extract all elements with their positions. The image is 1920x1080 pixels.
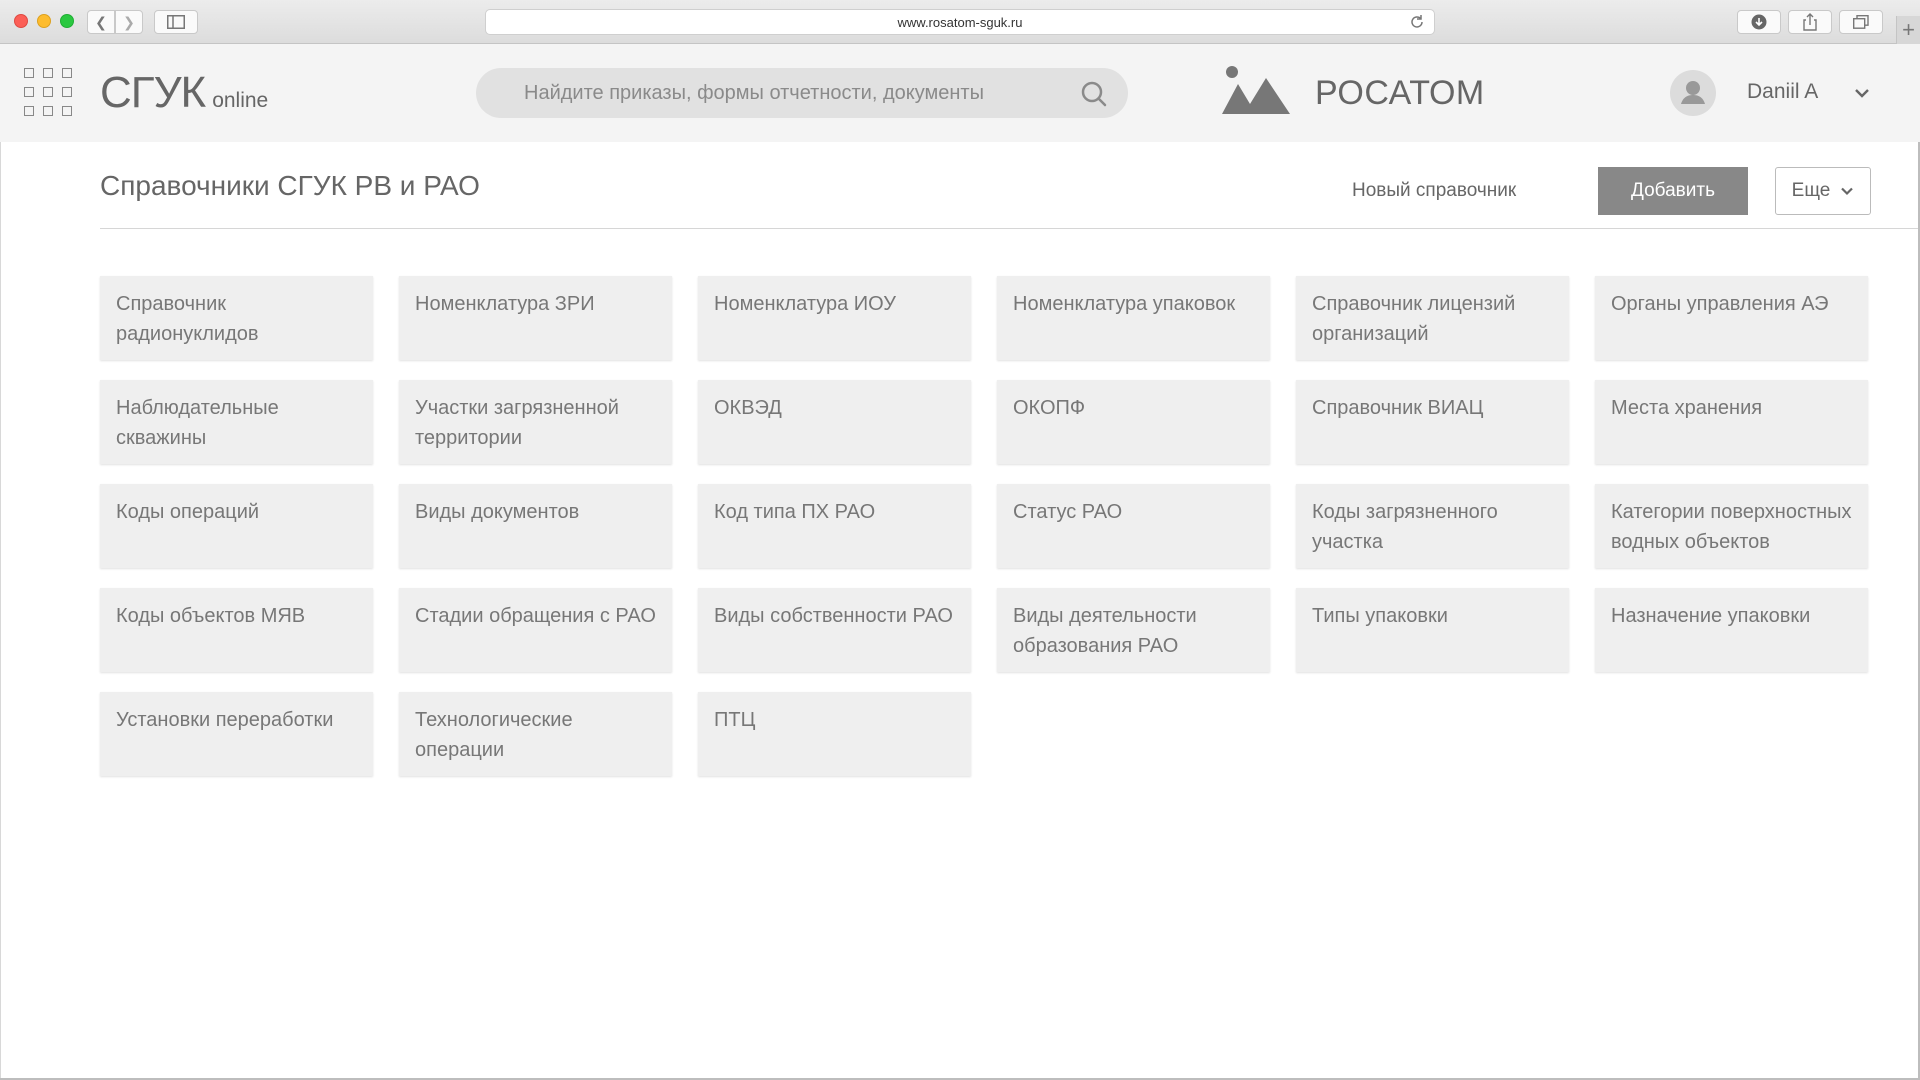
directory-card[interactable]: Стадии обращения с РАО (399, 588, 672, 672)
browser-toolbar: ❮ ❯ www.rosatom-sguk.ru + (0, 0, 1920, 44)
directory-card[interactable]: Номенклатура ЗРИ (399, 276, 672, 360)
directory-card[interactable]: ОКОПФ (997, 380, 1270, 464)
directory-card[interactable]: Типы упаковки (1296, 588, 1569, 672)
directory-card[interactable]: Категории поверхностных водных объектов (1595, 484, 1868, 568)
forward-button[interactable]: ❯ (115, 10, 143, 34)
search-icon[interactable] (1080, 80, 1108, 108)
window-border-left (0, 142, 1, 1080)
avatar[interactable] (1670, 70, 1716, 116)
url-text: www.rosatom-sguk.ru (897, 14, 1023, 30)
directory-card[interactable]: Статус РАО (997, 484, 1270, 568)
back-button[interactable]: ❮ (87, 10, 115, 34)
search-input[interactable] (524, 68, 1064, 118)
directory-card[interactable]: ПТЦ (698, 692, 971, 776)
chevron-down-icon[interactable] (1853, 84, 1871, 102)
user-name[interactable]: Daniil A (1747, 80, 1818, 104)
directory-card[interactable]: Коды загрязненного участка (1296, 484, 1569, 568)
app-logo[interactable]: СГУК online (100, 68, 268, 118)
directory-card[interactable]: Коды операций (100, 484, 373, 568)
directory-card[interactable]: Назначение упаковки (1595, 588, 1868, 672)
more-label: Еще (1791, 180, 1831, 201)
search-bar (476, 68, 1128, 118)
share-icon (1803, 13, 1817, 31)
directory-card[interactable]: ОКВЭД (698, 380, 971, 464)
directory-card[interactable]: Коды объектов МЯВ (100, 588, 373, 672)
directory-grid: Справочник радионуклидов Номенклатура ЗР… (100, 276, 1870, 776)
sidebar-toggle-button[interactable] (154, 10, 198, 34)
chevron-down-icon (1841, 187, 1854, 196)
directory-card[interactable]: Справочник лицензий организаций (1296, 276, 1569, 360)
logo-sub-text: online (212, 89, 269, 112)
share-button[interactable] (1788, 10, 1832, 34)
directory-card[interactable]: Виды собственности РАО (698, 588, 971, 672)
page-title: Справочники СГУК РВ и РАО (100, 170, 480, 201)
brand-name: РОСАТОМ (1315, 74, 1485, 112)
app-header: СГУК online РОСАТОМ Daniil A (0, 44, 1920, 142)
minimize-window-button[interactable] (37, 14, 51, 28)
directory-card[interactable]: Технологические операции (399, 692, 672, 776)
close-window-button[interactable] (14, 14, 28, 28)
user-icon (1681, 81, 1705, 104)
download-icon (1751, 14, 1767, 30)
directory-card[interactable]: Виды деятельности образования РАО (997, 588, 1270, 672)
directory-card[interactable]: Справочник ВИАЦ (1296, 380, 1569, 464)
apps-grid-icon[interactable] (24, 68, 72, 116)
reload-icon[interactable] (1408, 13, 1426, 31)
directory-card[interactable]: Участки загрязненной территории (399, 380, 672, 464)
zoom-window-button[interactable] (60, 14, 74, 28)
more-dropdown-button[interactable]: Еще (1775, 167, 1871, 215)
directory-card[interactable]: Органы управления АЭ (1595, 276, 1868, 360)
tab-overview-button[interactable] (1839, 10, 1883, 34)
header-divider (100, 228, 1920, 229)
new-directory-link[interactable]: Новый справочник (1352, 180, 1516, 202)
downloads-button[interactable] (1737, 10, 1781, 34)
chevron-right-icon: ❯ (123, 13, 135, 30)
add-button[interactable]: Добавить (1598, 167, 1748, 215)
directory-card[interactable]: Справочник радионуклидов (100, 276, 373, 360)
logo-main-text: СГУК (100, 68, 206, 117)
new-tab-button[interactable]: + (1896, 16, 1920, 44)
plus-icon: + (1902, 17, 1915, 42)
tabs-icon (1853, 15, 1869, 29)
brand-mountains-icon (1222, 66, 1290, 114)
directory-card[interactable]: Места хранения (1595, 380, 1868, 464)
directory-card[interactable]: Виды документов (399, 484, 672, 568)
address-bar[interactable]: www.rosatom-sguk.ru (485, 9, 1435, 35)
sidebar-icon (167, 15, 185, 29)
directory-card[interactable]: Установки переработки (100, 692, 373, 776)
directory-card[interactable]: Наблюдательные скважины (100, 380, 373, 464)
directory-card[interactable]: Код типа ПХ РАО (698, 484, 971, 568)
chevron-left-icon: ❮ (95, 13, 107, 30)
directory-card[interactable]: Номенклатура ИОУ (698, 276, 971, 360)
directory-card[interactable]: Номенклатура упаковок (997, 276, 1270, 360)
